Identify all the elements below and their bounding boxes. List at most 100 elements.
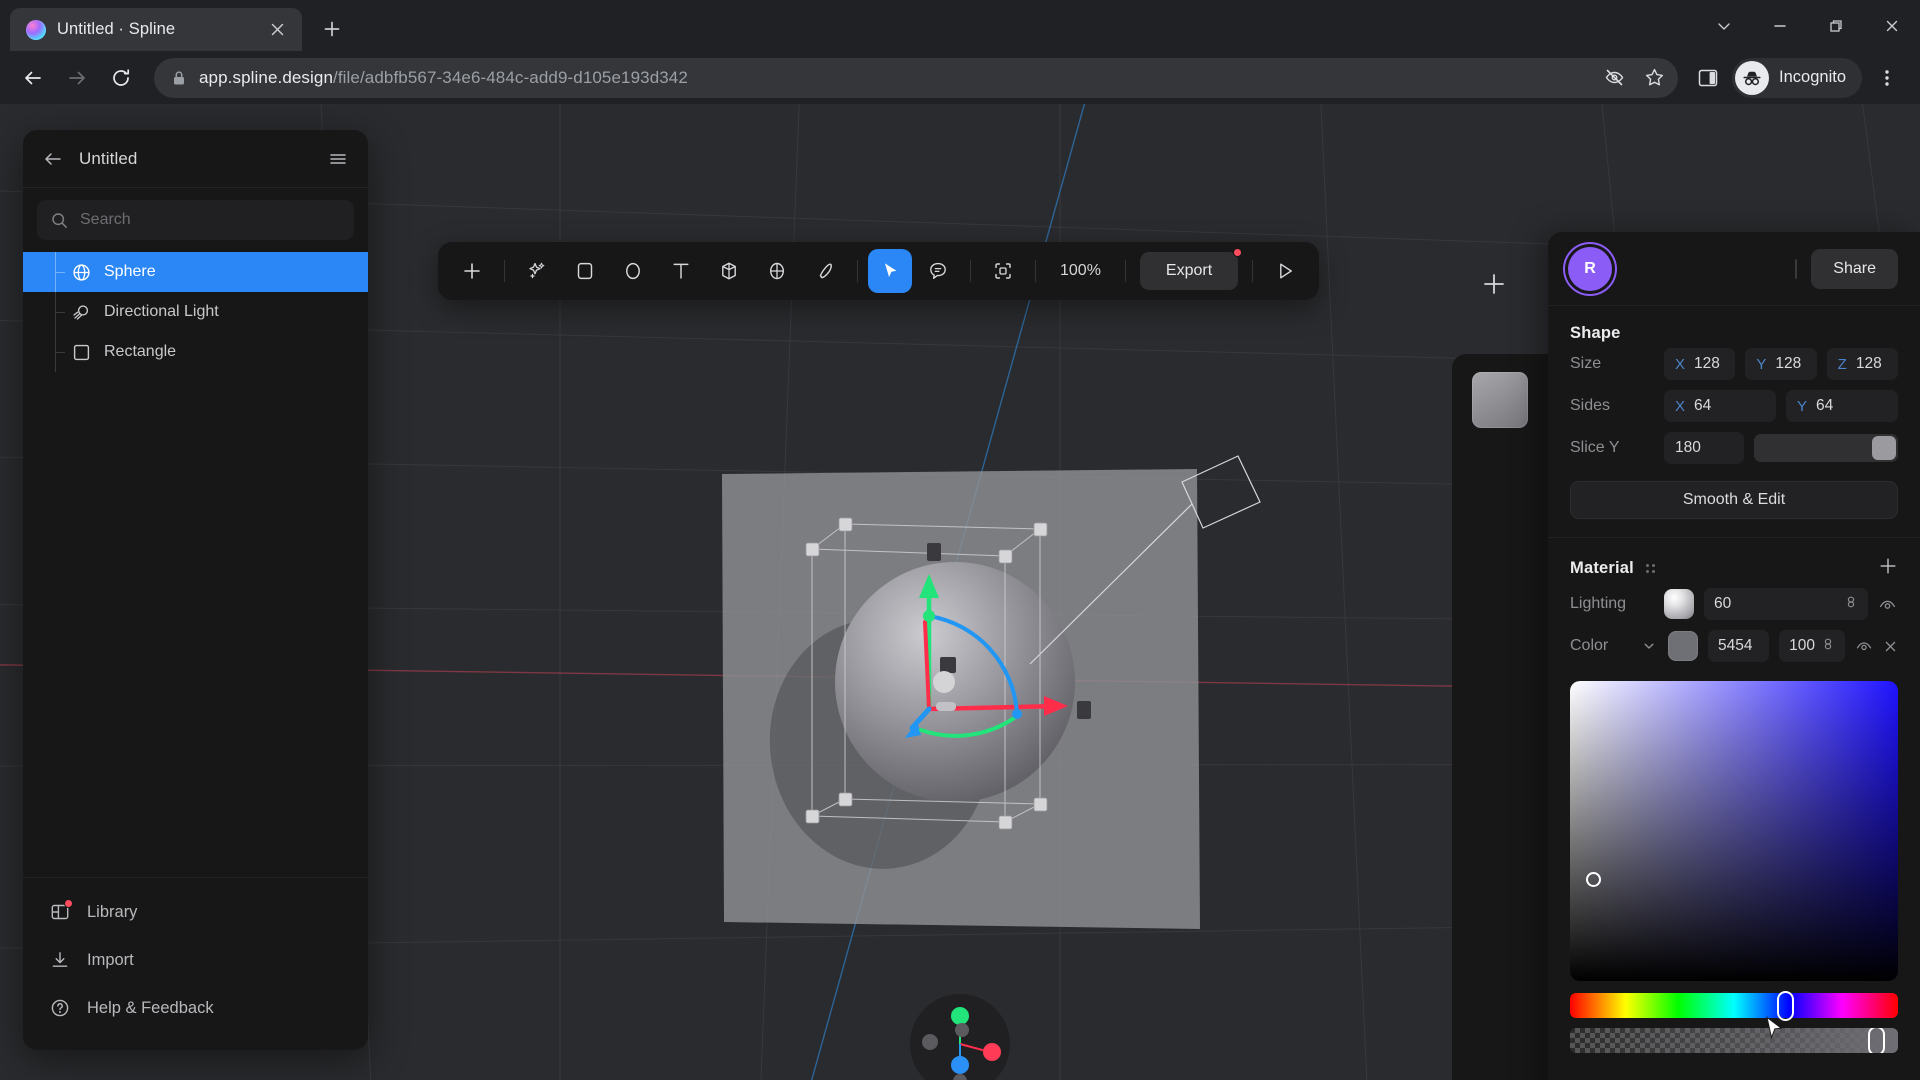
- spline-logo-icon: [26, 19, 46, 40]
- side-panel-icon[interactable]: [1688, 58, 1728, 98]
- tree-item-label: Directional Light: [104, 303, 219, 320]
- sides-x-value: 64: [1694, 397, 1712, 414]
- axis-y-label: Y: [1756, 355, 1767, 373]
- sphere-tool-button[interactable]: [755, 249, 799, 293]
- kebab-menu-icon[interactable]: [1866, 57, 1908, 99]
- drag-grip-icon[interactable]: [1645, 564, 1655, 573]
- object-tree: Sphere Directional Light Rectangle: [23, 246, 368, 877]
- eye-slash-icon[interactable]: [1596, 60, 1632, 96]
- directional-light-icon: [71, 302, 91, 322]
- footer-label: Import: [87, 950, 134, 969]
- restore-icon[interactable]: [1808, 0, 1864, 51]
- asset-thumbnail-strip: [1452, 354, 1548, 1080]
- color-hex-value: 5454: [1718, 637, 1753, 654]
- tree-item-directional-light[interactable]: Directional Light: [23, 292, 368, 332]
- smooth-edit-button[interactable]: Smooth & Edit: [1570, 481, 1898, 519]
- slice-y-row: Slice Y 180: [1570, 427, 1898, 469]
- rectangle-tool-button[interactable]: [563, 249, 607, 293]
- close-icon[interactable]: [1864, 0, 1920, 51]
- tree-item-sphere[interactable]: Sphere: [23, 252, 368, 292]
- ai-generate-tool-button[interactable]: [515, 249, 559, 293]
- tree-item-rectangle[interactable]: Rectangle: [23, 332, 368, 372]
- play-button[interactable]: [1263, 249, 1307, 293]
- color-visibility-icon[interactable]: [1855, 637, 1874, 655]
- add-tool-button[interactable]: [450, 249, 494, 293]
- size-y-field[interactable]: Y 128: [1745, 348, 1817, 380]
- objects-panel: Untitled Sph: [23, 130, 368, 1050]
- size-z-field[interactable]: Z 128: [1826, 348, 1898, 380]
- text-tool-button[interactable]: [659, 249, 703, 293]
- back-button[interactable]: [12, 57, 54, 99]
- add-panel-button[interactable]: [1474, 264, 1514, 304]
- new-tab-button[interactable]: [314, 11, 350, 47]
- lighting-row: Lighting 60: [1570, 583, 1898, 625]
- reload-button[interactable]: [100, 57, 142, 99]
- export-button[interactable]: Export: [1139, 248, 1243, 290]
- lighting-preview-swatch[interactable]: [1664, 589, 1694, 619]
- comment-tool-button[interactable]: [916, 249, 960, 293]
- shape-section: Shape Size X 128 Y 128 Z 128 Sides X 64 …: [1548, 306, 1920, 473]
- lighting-value: 60: [1714, 595, 1732, 612]
- select-tool-button[interactable]: [868, 249, 912, 293]
- hue-slider-handle[interactable]: [1776, 990, 1794, 1021]
- import-button[interactable]: Import: [23, 936, 368, 984]
- ellipse-tool-button[interactable]: [611, 249, 655, 293]
- sides-x-field[interactable]: X 64: [1664, 390, 1776, 422]
- search-box[interactable]: [37, 200, 354, 240]
- asset-thumbnail[interactable]: [1472, 372, 1528, 428]
- saturation-value-handle[interactable]: [1586, 872, 1601, 887]
- alpha-slider[interactable]: [1570, 1028, 1898, 1053]
- share-button[interactable]: Share: [1811, 248, 1898, 289]
- color-swatch[interactable]: [1668, 631, 1698, 661]
- size-y-value: 128: [1775, 355, 1802, 372]
- saturation-value-area[interactable]: [1570, 681, 1898, 981]
- question-circle-icon: [49, 997, 71, 1019]
- size-label: Size: [1570, 355, 1602, 372]
- arrow-left-icon[interactable]: [41, 147, 65, 171]
- tree-item-label: Rectangle: [104, 343, 177, 360]
- minimize-icon[interactable]: [1752, 0, 1808, 51]
- zoom-level[interactable]: 100%: [1046, 262, 1115, 280]
- add-material-button[interactable]: [1878, 556, 1898, 581]
- address-bar[interactable]: app.spline.design/file/adbfb567-34e6-484…: [154, 57, 1679, 98]
- close-icon[interactable]: [264, 17, 290, 43]
- forward-button[interactable]: [56, 57, 98, 99]
- chevron-down-icon[interactable]: [1642, 639, 1658, 653]
- footer-label: Help & Feedback: [87, 998, 214, 1017]
- profile-chip[interactable]: Incognito: [1732, 57, 1862, 98]
- chevron-down-icon[interactable]: [1696, 0, 1752, 51]
- star-icon[interactable]: [1636, 60, 1672, 96]
- lighting-value-field[interactable]: 60: [1704, 588, 1868, 620]
- lighting-visibility-icon[interactable]: [1878, 595, 1898, 614]
- link-icon[interactable]: [1844, 595, 1858, 614]
- hamburger-icon[interactable]: [326, 147, 350, 171]
- pen-tool-button[interactable]: [803, 249, 847, 293]
- search-input[interactable]: [80, 211, 340, 229]
- toolbar-divider: [504, 260, 505, 282]
- slice-y-field[interactable]: 180: [1664, 432, 1744, 464]
- link-icon[interactable]: [1821, 637, 1835, 656]
- size-x-field[interactable]: X 128: [1664, 348, 1736, 380]
- view-gizmo[interactable]: [908, 992, 1012, 1080]
- library-button[interactable]: Library: [23, 888, 368, 936]
- remove-color-icon[interactable]: [1884, 640, 1898, 653]
- avatar[interactable]: R: [1568, 246, 1612, 291]
- help-feedback-button[interactable]: Help & Feedback: [23, 984, 368, 1032]
- sides-y-field[interactable]: Y 64: [1786, 390, 1898, 422]
- search-container: [23, 188, 368, 246]
- url-text: app.spline.design/file/adbfb567-34e6-484…: [199, 68, 1584, 88]
- axis-z-label: Z: [1837, 355, 1847, 373]
- properties-panel: R Share Shape Size X 128 Y 128 Z 128 Sid…: [1548, 232, 1920, 1080]
- frame-tool-button[interactable]: [981, 249, 1025, 293]
- address-bar-actions: [1596, 60, 1672, 96]
- color-opacity-field[interactable]: 100: [1779, 630, 1845, 662]
- slice-y-slider[interactable]: [1754, 434, 1898, 462]
- browser-tab[interactable]: Untitled · Spline: [10, 8, 302, 51]
- cube-tool-button[interactable]: [707, 249, 751, 293]
- slice-y-slider-knob[interactable]: [1872, 436, 1896, 460]
- color-hex-field[interactable]: 5454: [1708, 630, 1770, 662]
- alpha-slider-handle[interactable]: [1868, 1028, 1886, 1053]
- profile-label: Incognito: [1779, 68, 1846, 86]
- browser-actions: Incognito: [1688, 57, 1908, 99]
- hue-slider[interactable]: [1570, 990, 1898, 1021]
